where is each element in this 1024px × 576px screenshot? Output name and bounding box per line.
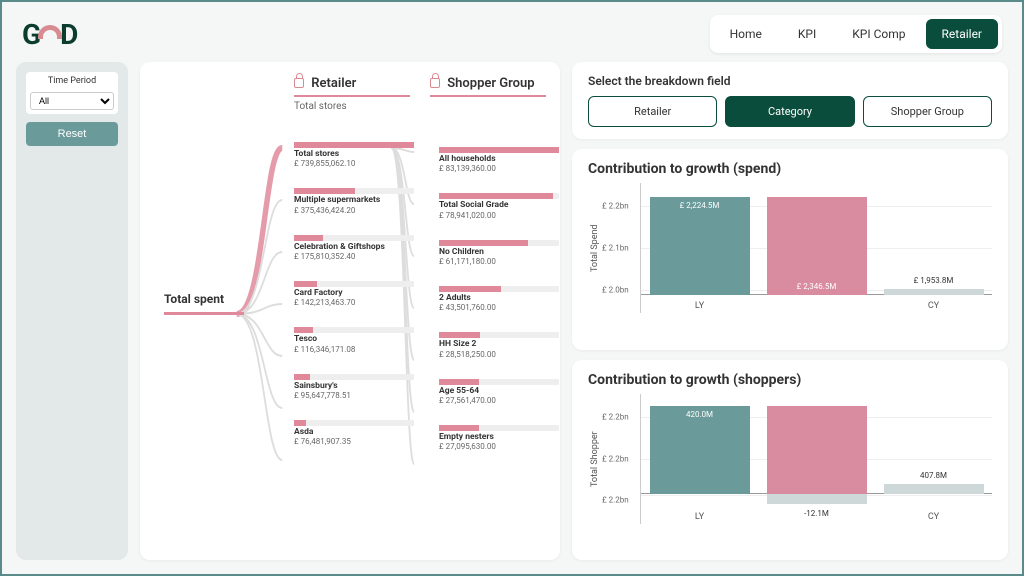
sankey-node[interactable]: All households£ 83,139,360.00 [439,147,559,173]
nav-home[interactable]: Home [714,19,778,49]
reset-button[interactable]: Reset [26,122,118,146]
chart-title: Contribution to growth (spend) [588,161,992,177]
bar-mid[interactable]: £ 2,346.5M [767,197,867,295]
breakdown-pills: Retailer Category Shopper Group [588,96,992,127]
sankey-node[interactable]: Asda£ 76,481,907.35 [294,420,414,446]
bar-mid-neg[interactable] [767,494,867,504]
sankey-root-label: Total spent [164,292,224,306]
nav-retailer[interactable]: Retailer [926,19,998,49]
sankey-node[interactable]: No Children£ 61,171,180.00 [439,240,559,266]
retailer-nodes: Total stores£ 739,855,062.10 Multiple sup… [294,142,414,466]
sankey-node[interactable]: Tesco£ 116,346,171.08 [294,327,414,353]
shoppers-plot[interactable]: 420.0M LY -12.1M 407.8M CY [640,394,992,524]
chart-title: Contribution to growth (shoppers) [588,372,992,388]
lock-icon [294,78,304,88]
lock-icon [430,78,440,88]
bar-ly[interactable]: 420.0M [650,406,750,494]
breakdown-label: Select the breakdown field [588,74,992,88]
pill-retailer[interactable]: Retailer [588,96,717,127]
sankey-node[interactable]: Total Social Grade£ 78,941,020.00 [439,193,559,219]
y-axis-label: Total Shopper [588,394,602,524]
filter-sidebar: Time Period All Reset [16,62,128,560]
bar-cy[interactable] [884,484,984,494]
nav-kpi[interactable]: KPI [782,19,832,49]
shopper-column-header: Shopper Group [430,76,546,97]
sankey-node[interactable]: 2 Adults£ 43,501,760.00 [439,286,559,312]
shopper-nodes: All households£ 83,139,360.00 Total Socia… [439,147,559,471]
sankey-node[interactable]: Multiple supermarkets£ 375,436,424.20 [294,188,414,214]
time-period-select[interactable]: All [30,92,114,110]
time-period-filter: Time Period All [26,72,118,114]
bar-cy[interactable] [884,289,984,295]
spend-chart-panel: Contribution to growth (spend) Total Spe… [572,149,1008,350]
pill-category[interactable]: Category [725,96,854,127]
sankey-root-bar [164,312,244,315]
bar-mid-top[interactable] [767,406,867,494]
pill-shopper-group[interactable]: Shopper Group [863,96,992,127]
retailer-column-header: Retailer [294,76,410,97]
nav-kpi-comp[interactable]: KPI Comp [836,19,921,49]
sankey-node[interactable]: Celebration & Giftshops£ 175,810,352.40 [294,235,414,261]
sankey-subhead: Total stores [294,101,546,112]
sankey-panel: Retailer Shopper Group Total stores [140,62,560,560]
time-period-label: Time Period [30,76,114,86]
sankey-node[interactable]: Card Factory£ 142,213,463.70 [294,281,414,307]
logo: GD [22,18,77,51]
bar-ly[interactable]: £ 2,224.5M [650,197,750,295]
shoppers-chart-panel: Contribution to growth (shoppers) Total … [572,360,1008,561]
spend-plot[interactable]: £ 2,224.5M LY £ 2,346.5M £ 1,953.8M [640,183,992,313]
breakdown-panel: Select the breakdown field Retailer Cate… [572,62,1008,139]
y-axis-label: Total Spend [588,183,602,313]
sankey-node[interactable]: HH Size 2£ 28,518,250.00 [439,332,559,358]
sankey-node[interactable]: Empty nesters£ 27,095,630.00 [439,425,559,451]
sankey-node[interactable]: Sainsbury's£ 95,647,778.51 [294,374,414,400]
sankey-node[interactable]: Age 55-64£ 27,561,470.00 [439,379,559,405]
sankey-node[interactable]: Total stores£ 739,855,062.10 [294,142,414,168]
main-nav: Home KPI KPI Comp Retailer [710,15,1002,53]
